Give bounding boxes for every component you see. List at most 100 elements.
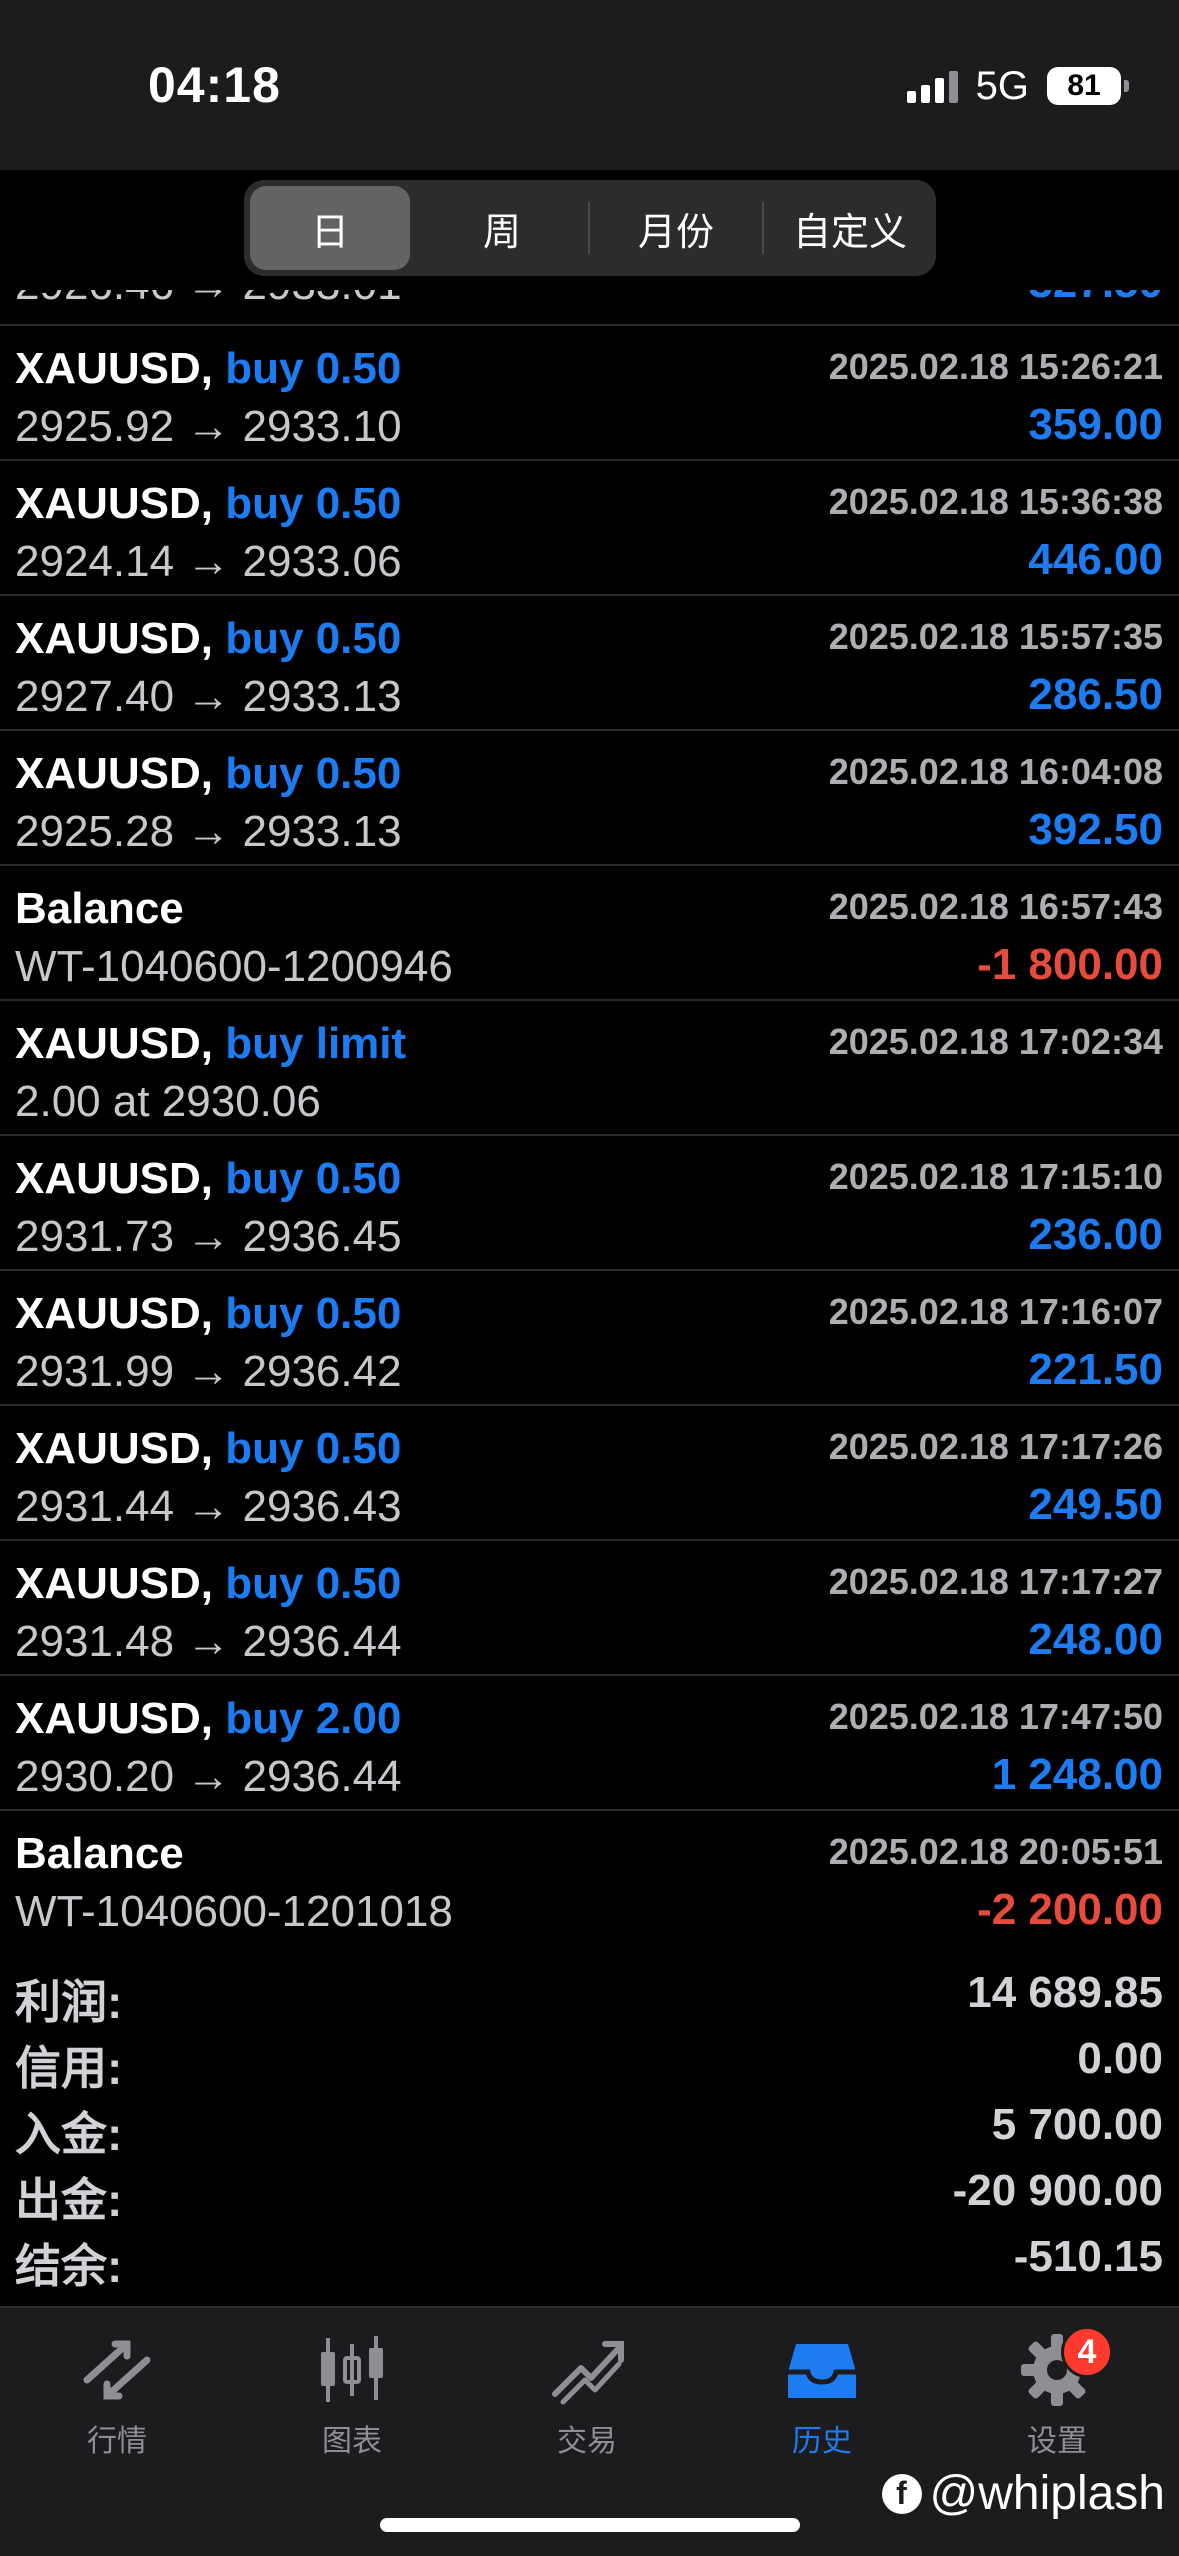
tab-history[interactable]: 历史 (732, 2330, 912, 2470)
deal-prices: 2925.28 → 2933.13 (15, 807, 402, 856)
deal-side: buy 2.00 (225, 1694, 402, 1743)
deal-side: buy 0.50 (225, 749, 402, 798)
deal-profit: 392.50 (1028, 805, 1163, 854)
deal-profit: 359.00 (1028, 400, 1163, 449)
deal-profit: 1 248.00 (991, 1750, 1163, 1799)
deal-symbol: XAUUSD, (15, 1019, 214, 1068)
summary-label: 入金: (15, 2108, 123, 2160)
home-indicator (380, 2518, 800, 2532)
deal-time: 2025.02.18 17:47:50 (828, 1696, 1163, 1737)
segment-week[interactable]: 周 (422, 186, 582, 270)
deal-symbol: XAUUSD, (15, 749, 214, 798)
deal-profit: 248.00 (1028, 1615, 1163, 1664)
deal-row[interactable]: XAUUSD, buy 0.50 2025.02.18 17:15:10 293… (0, 1136, 1179, 1271)
deal-prices: 2925.92 → 2933.10 (15, 402, 402, 451)
deal-side: buy 0.50 (225, 1289, 402, 1338)
deal-side: buy limit (225, 1019, 407, 1068)
summary-credit: 信用: 0.00 (0, 2028, 1179, 2094)
deal-title: XAUUSD, buy 0.50 (15, 1559, 401, 1609)
deal-profit: 286.50 (1028, 670, 1163, 719)
tab-label: 行情 (87, 2425, 147, 2458)
deal-row[interactable]: XAUUSD, buy 0.50 2025.02.18 16:04:08 292… (0, 731, 1179, 866)
deal-time: 2025.02.18 17:16:07 (828, 1291, 1163, 1332)
summary-profit: 利润: 14 689.85 (0, 1962, 1179, 2028)
summary-balance: 结余: -510.15 (0, 2226, 1179, 2292)
tab-chart[interactable]: 图表 (262, 2330, 442, 2470)
deal-time: 2025.02.18 17:17:27 (828, 1561, 1163, 1602)
deal-title: XAUUSD, buy 0.50 (15, 344, 401, 394)
balance-row[interactable]: Balance 2025.02.18 16:57:43 WT-1040600-1… (0, 866, 1179, 1001)
watermark-text: @whiplash (929, 2467, 1166, 2520)
deal-profit: 221.50 (1028, 1345, 1163, 1394)
deal-side: buy 0.50 (225, 1559, 402, 1608)
deal-prices: 2927.40 → 2933.13 (15, 672, 402, 721)
facebook-icon: f (881, 2473, 922, 2514)
trade-icon (552, 2341, 624, 2405)
deal-side: buy 0.50 (225, 479, 402, 528)
deal-time: 2025.02.18 16:04:08 (828, 751, 1163, 792)
summary-value: 0.00 (1077, 2034, 1163, 2083)
deal-row[interactable]: XAUUSD, buy 0.50 2025.02.18 15:36:38 292… (0, 461, 1179, 596)
deal-row[interactable]: XAUUSD, buy 0.50 2025.02.18 17:16:07 293… (0, 1271, 1179, 1406)
quotes-icon (83, 2340, 151, 2400)
order-row[interactable]: XAUUSD, buy limit 2025.02.18 17:02:34 2.… (0, 1001, 1179, 1136)
balance-reference: WT-1040600-1201018 (15, 1887, 453, 1936)
segment-day[interactable]: 日 (250, 186, 410, 270)
notification-badge: 4 (1061, 2326, 1113, 2378)
history-deals-list[interactable]: 2926.46 → 2933.01 327.50 XAUUSD, buy 0.5… (0, 290, 1179, 1944)
deal-row[interactable]: XAUUSD, buy 0.50 2025.02.18 15:26:21 292… (0, 326, 1179, 461)
history-summary: 利润: 14 689.85 信用: 0.00 入金: 5 700.00 出金: … (0, 1962, 1179, 2292)
segment-custom[interactable]: 自定义 (770, 186, 930, 270)
status-indicators: 5G 81 (906, 62, 1129, 110)
segment-month[interactable]: 月份 (596, 186, 756, 270)
balance-row[interactable]: Balance 2025.02.18 20:05:51 WT-1040600-1… (0, 1811, 1179, 1944)
tab-label: 图表 (322, 2425, 382, 2458)
bottom-tab-bar: 行情 图表 交易 历史 4 设置 f @whiplash (0, 2306, 1179, 2556)
segment-divider (762, 202, 764, 254)
deal-title: XAUUSD, buy limit (15, 1019, 406, 1069)
deal-prices: 2931.48 → 2936.44 (15, 1617, 402, 1666)
deal-title: XAUUSD, buy 0.50 (15, 479, 401, 529)
deal-prices: 2926.46 → 2933.01 (15, 290, 402, 310)
chart-candles-icon (321, 2336, 383, 2402)
deal-symbol: Balance (15, 884, 184, 933)
deal-profit: -1 800.00 (977, 940, 1163, 989)
balance-reference: WT-1040600-1200946 (15, 942, 453, 991)
deal-symbol: XAUUSD, (15, 1424, 214, 1473)
summary-label: 利润: (15, 1976, 123, 2028)
network-type: 5G (975, 63, 1029, 108)
deal-profit: 236.00 (1028, 1210, 1163, 1259)
deal-title: XAUUSD, buy 0.50 (15, 1424, 401, 1474)
deal-title: XAUUSD, buy 0.50 (15, 1289, 401, 1339)
deal-prices: 2931.73 → 2936.45 (15, 1212, 402, 1261)
deal-symbol: XAUUSD, (15, 479, 214, 528)
order-details: 2.00 at 2930.06 (15, 1077, 321, 1126)
tab-label: 交易 (557, 2425, 617, 2458)
watermark: f @whiplash (881, 2466, 1166, 2521)
deal-row[interactable]: XAUUSD, buy 2.00 2025.02.18 17:47:50 293… (0, 1676, 1179, 1811)
tab-label: 历史 (792, 2425, 852, 2458)
deal-title: XAUUSD, buy 0.50 (15, 614, 401, 664)
deal-row[interactable]: XAUUSD, buy 0.50 2025.02.18 15:57:35 292… (0, 596, 1179, 731)
summary-value: -510.15 (1013, 2232, 1163, 2281)
deal-profit: -2 200.00 (977, 1885, 1163, 1934)
summary-label: 结余: (15, 2240, 123, 2292)
deal-symbol: XAUUSD, (15, 1289, 214, 1338)
period-segmented-control: 日 周 月份 自定义 (244, 180, 936, 276)
summary-value: 5 700.00 (991, 2100, 1163, 2149)
deal-side: buy 0.50 (225, 1424, 402, 1473)
deal-prices: 2931.44 → 2936.43 (15, 1482, 402, 1531)
deal-row[interactable]: XAUUSD, buy 0.50 2025.02.18 17:17:27 293… (0, 1541, 1179, 1676)
deal-prices: 2924.14 → 2933.06 (15, 537, 402, 586)
deal-time: 2025.02.18 17:17:26 (828, 1426, 1163, 1467)
summary-value: 14 689.85 (967, 1968, 1163, 2017)
deal-time: 2025.02.18 15:36:38 (828, 481, 1163, 522)
tab-quotes[interactable]: 行情 (27, 2330, 207, 2470)
deal-row[interactable]: 2926.46 → 2933.01 327.50 (0, 290, 1179, 326)
deal-row[interactable]: XAUUSD, buy 0.50 2025.02.18 17:17:26 293… (0, 1406, 1179, 1541)
segment-divider (588, 202, 590, 254)
tab-settings[interactable]: 4 设置 (967, 2326, 1147, 2470)
deal-time: 2025.02.18 17:02:34 (828, 1021, 1163, 1062)
summary-deposit: 入金: 5 700.00 (0, 2094, 1179, 2160)
tab-trade[interactable]: 交易 (497, 2330, 677, 2470)
